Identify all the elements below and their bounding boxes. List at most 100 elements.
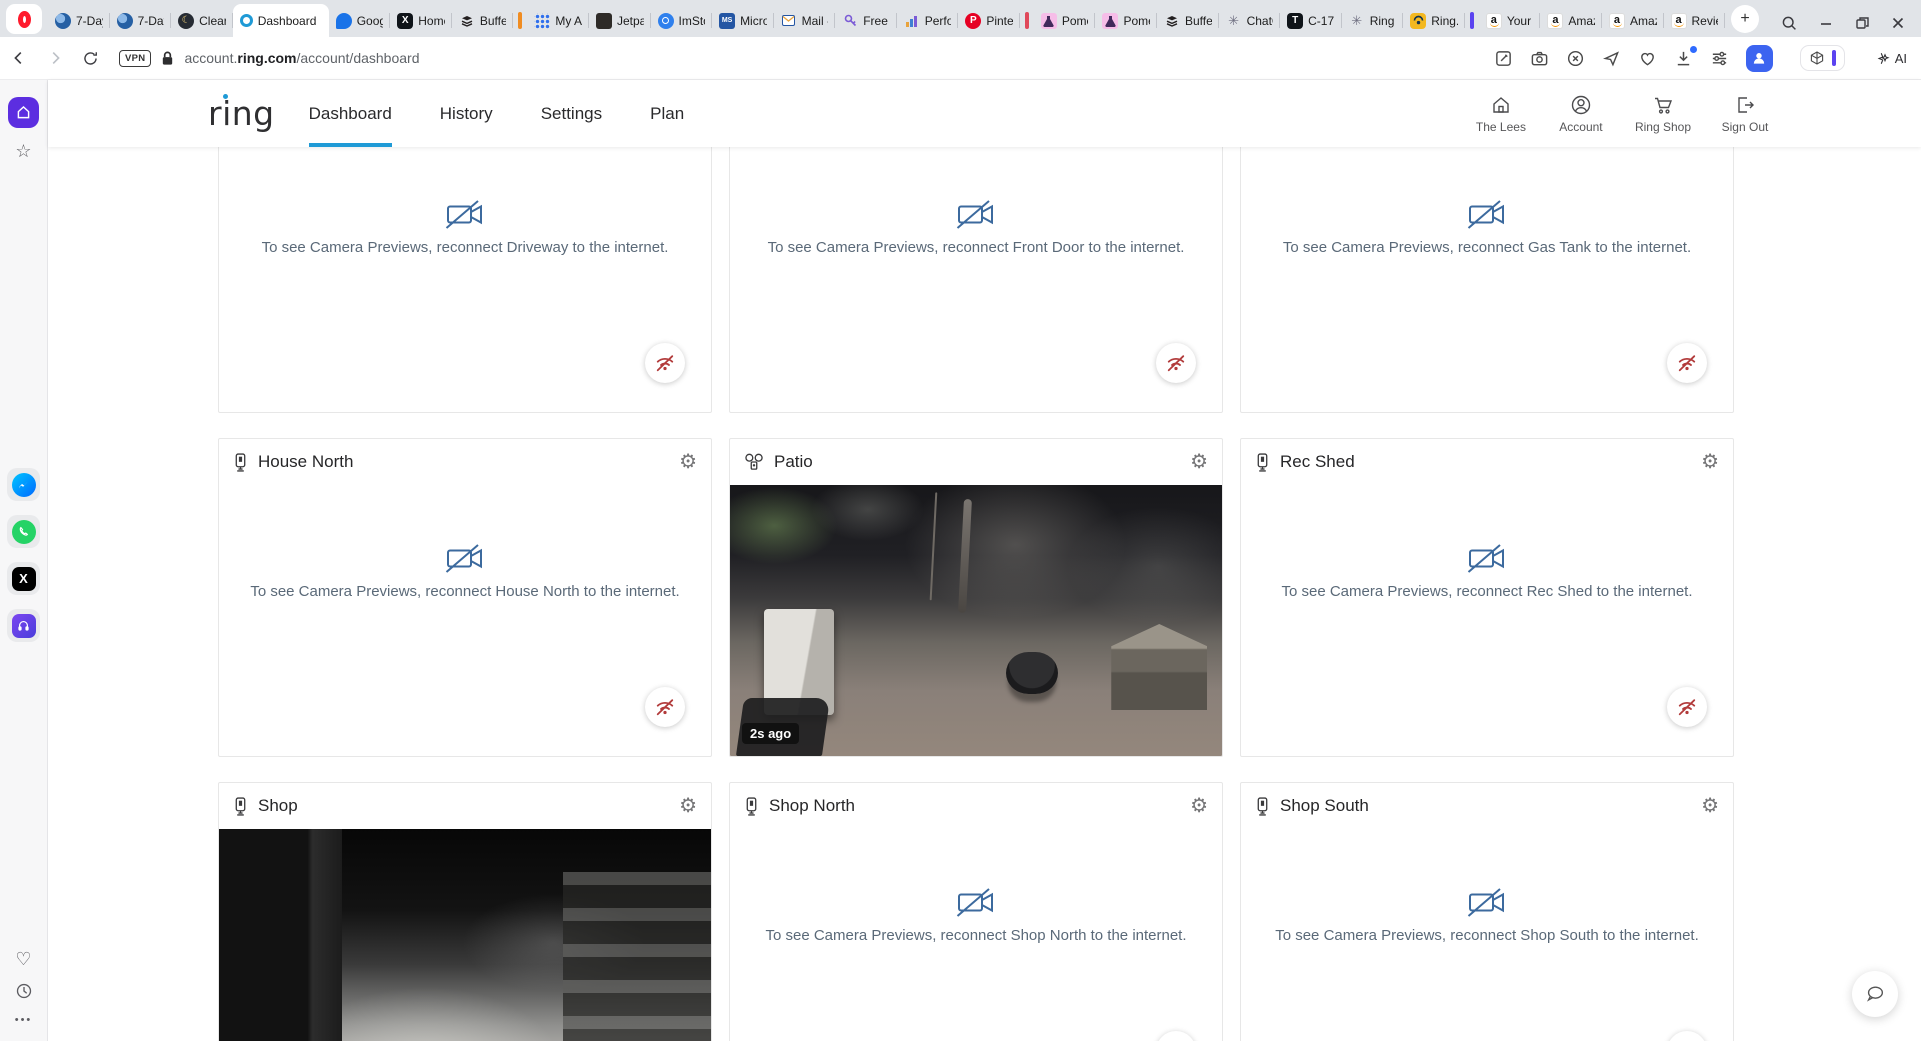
browser-tab[interactable]: Perfo: [897, 4, 959, 37]
browser-tab[interactable]: ImSto: [651, 4, 713, 37]
browser-tab[interactable]: ☾Clear: [171, 4, 233, 37]
favorites-heart-icon[interactable]: ♡: [15, 950, 31, 968]
camera-preview[interactable]: To see Camera Previews, reconnect Shop S…: [1241, 829, 1733, 1041]
tab-group-separator: [518, 12, 522, 29]
camera-preview[interactable]: To see Camera Previews, reconnect House …: [219, 485, 711, 756]
back-button[interactable]: [10, 49, 28, 67]
bookmarks-star-icon[interactable]: ☆: [15, 142, 31, 160]
flow-send-icon[interactable]: [1602, 49, 1621, 68]
utility-the-lees[interactable]: The Lees: [1475, 94, 1527, 134]
ring-nav-settings[interactable]: Settings: [541, 80, 602, 147]
browser-tab[interactable]: Pome: [1095, 4, 1157, 37]
downloads-icon[interactable]: [1674, 49, 1693, 68]
camera-preview[interactable]: To see Camera Previews, reconnect Front …: [730, 147, 1222, 412]
browser-tab[interactable]: XHome: [390, 4, 452, 37]
ring-nav-plan[interactable]: Plan: [650, 80, 684, 147]
tab-search-icon[interactable]: [1781, 15, 1797, 31]
player-headphones-icon[interactable]: [7, 609, 40, 642]
browser-tab[interactable]: 7-Day: [110, 4, 172, 37]
browser-tab[interactable]: ✳ChatG: [1219, 4, 1281, 37]
browser-tab[interactable]: aAmaz: [1602, 4, 1664, 37]
sidebar-more-ellipsis[interactable]: •••: [15, 1014, 33, 1026]
profile-avatar-button[interactable]: [1746, 45, 1773, 72]
circle-x-icon[interactable]: [1566, 49, 1585, 68]
utility-label: Account: [1559, 120, 1602, 134]
browser-tab[interactable]: Jetpa: [589, 4, 651, 37]
camera-device-icon: [744, 453, 764, 471]
browser-tab[interactable]: Goog: [329, 4, 391, 37]
camera-preview[interactable]: To see Camera Previews, reconnect Rec Sh…: [1241, 485, 1733, 756]
opera-menu-button[interactable]: [6, 4, 42, 34]
wifi-offline-button[interactable]: [1667, 343, 1707, 383]
browser-tab[interactable]: aRevie: [1664, 4, 1726, 37]
camera-preview[interactable]: To see Camera Previews, reconnect Drivew…: [219, 147, 711, 412]
whatsapp-icon[interactable]: [7, 515, 40, 548]
offline-message: To see Camera Previews, reconnect Front …: [768, 239, 1185, 256]
browser-tab[interactable]: Pome: [1034, 4, 1096, 37]
messenger-icon[interactable]: [7, 468, 40, 501]
history-clock-icon[interactable]: [15, 982, 33, 1000]
browser-tab[interactable]: TC-17: [1280, 4, 1342, 37]
camera-preview[interactable]: 2s ago: [730, 485, 1222, 756]
camera-settings-gear-icon[interactable]: ⚙: [1701, 796, 1719, 816]
address-bar[interactable]: VPN account.ring.com/account/dashboard: [115, 50, 1474, 67]
wifi-offline-button[interactable]: [645, 343, 685, 383]
browser-tab[interactable]: Ring.c: [1403, 4, 1465, 37]
browser-tab[interactable]: Mail -: [774, 4, 836, 37]
screenshot-camera-icon[interactable]: [1530, 49, 1549, 68]
camera-settings-gear-icon[interactable]: ⚙: [1190, 796, 1208, 816]
aria-ai-button[interactable]: AI: [1876, 51, 1907, 66]
camera-settings-gear-icon[interactable]: ⚙: [679, 452, 697, 472]
restore-button[interactable]: [1855, 16, 1869, 30]
ring-nav-history[interactable]: History: [440, 80, 493, 147]
wifi-offline-button[interactable]: [1667, 1031, 1707, 1041]
tab-label: Ring (: [1370, 14, 1397, 28]
flask-tab-icon: [1041, 13, 1057, 29]
browser-tab[interactable]: MSMicro: [712, 4, 774, 37]
reload-button[interactable]: [82, 50, 99, 67]
camera-settings-gear-icon[interactable]: ⚙: [1190, 452, 1208, 472]
close-button[interactable]: [1891, 16, 1905, 30]
amazon-tab-icon: a: [1547, 13, 1563, 29]
browser-tab[interactable]: Free F: [835, 4, 897, 37]
snapshot-edit-icon[interactable]: [1494, 49, 1513, 68]
tab-label: C-17: [1308, 14, 1335, 28]
url-text[interactable]: account.ring.com/account/dashboard: [184, 50, 419, 66]
help-chat-button[interactable]: [1852, 971, 1898, 1017]
wifi-offline-button[interactable]: [1156, 1031, 1196, 1041]
home-icon: [1490, 94, 1512, 116]
browser-tab[interactable]: Buffe: [452, 4, 514, 37]
ring-nav-dashboard[interactable]: Dashboard: [309, 80, 392, 147]
settings-sliders-icon[interactable]: [1710, 49, 1729, 68]
speed-dial-home-button[interactable]: [8, 97, 39, 128]
camera-preview[interactable]: To see Camera Previews, reconnect Shop N…: [730, 829, 1222, 1041]
wifi-offline-button[interactable]: [645, 687, 685, 727]
utility-ring-shop[interactable]: Ring Shop: [1635, 94, 1691, 134]
browser-tab-active[interactable]: Dashboard: [233, 4, 329, 37]
bookmark-heart-icon[interactable]: [1638, 49, 1657, 68]
browser-tab[interactable]: aAmaz: [1540, 4, 1602, 37]
browser-tab[interactable]: PPinte: [958, 4, 1020, 37]
wifi-offline-button[interactable]: [1156, 343, 1196, 383]
browser-tab[interactable]: aYour (: [1479, 4, 1541, 37]
workspace-pill[interactable]: [1800, 45, 1845, 71]
lock-icon[interactable]: [160, 50, 175, 66]
camera-preview[interactable]: [219, 829, 711, 1041]
new-tab-button[interactable]: +: [1731, 5, 1759, 33]
minimize-button[interactable]: [1819, 16, 1833, 30]
vpn-badge[interactable]: VPN: [119, 50, 151, 67]
browser-tab[interactable]: My A: [527, 4, 589, 37]
utility-account[interactable]: Account: [1555, 94, 1607, 134]
ring-logo[interactable]: ring: [208, 80, 275, 147]
browser-tab[interactable]: Buffe: [1157, 4, 1219, 37]
forward-button[interactable]: [46, 49, 64, 67]
browser-tab[interactable]: ✳Ring (: [1342, 4, 1404, 37]
x-twitter-icon[interactable]: X: [7, 562, 40, 595]
camera-settings-gear-icon[interactable]: ⚙: [679, 796, 697, 816]
camera-preview[interactable]: To see Camera Previews, reconnect Gas Ta…: [1241, 147, 1733, 412]
wifi-offline-button[interactable]: [1667, 687, 1707, 727]
camera-settings-gear-icon[interactable]: ⚙: [1701, 452, 1719, 472]
utility-sign-out[interactable]: Sign Out: [1719, 94, 1771, 134]
browser-tab[interactable]: 7-Day: [48, 4, 110, 37]
tab-label: 7-Day: [76, 14, 103, 28]
